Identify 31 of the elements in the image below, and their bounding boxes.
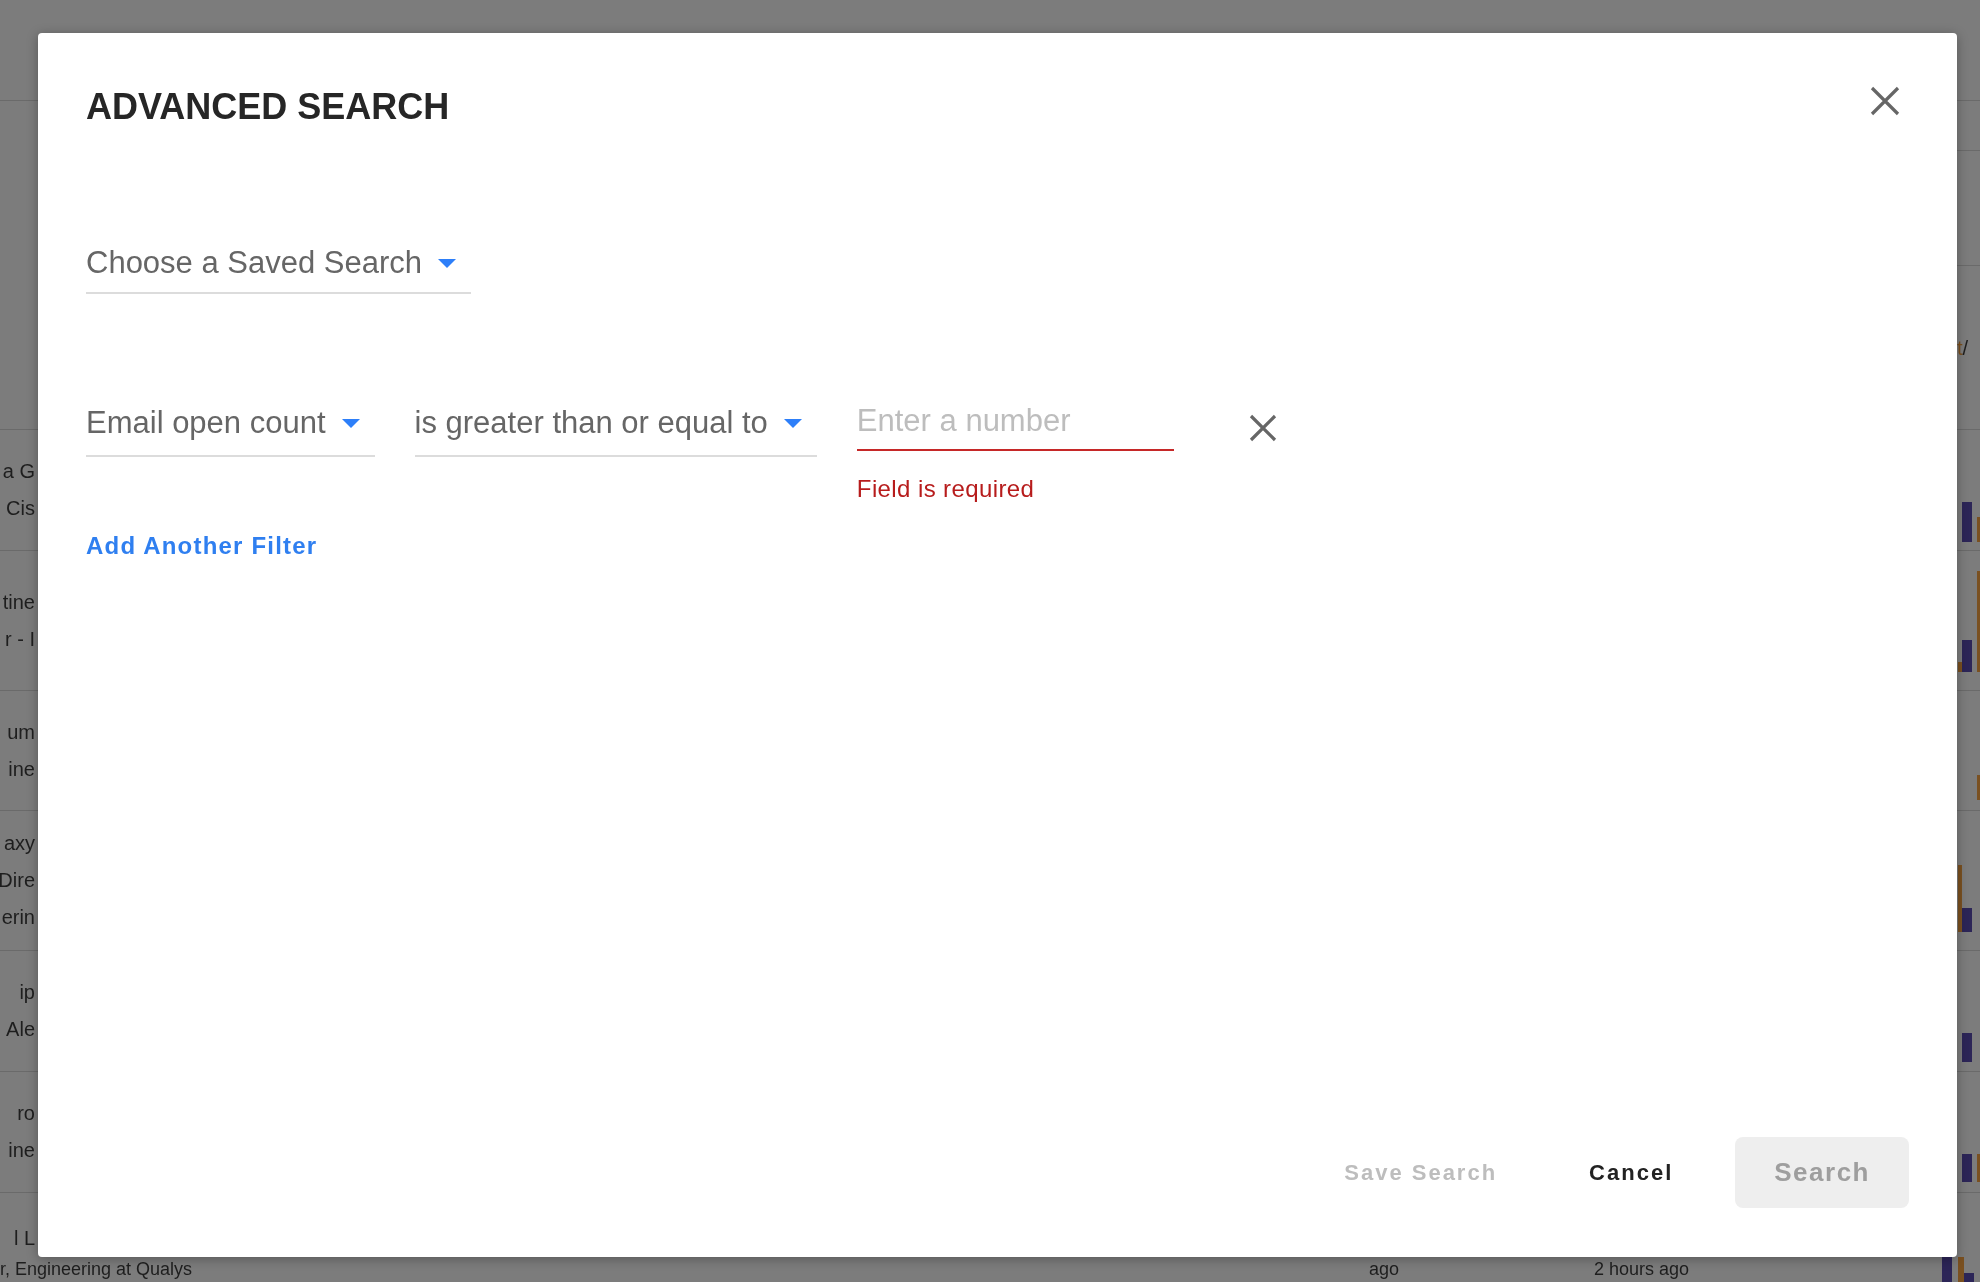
- saved-search-dropdown[interactable]: Choose a Saved Search: [86, 243, 472, 294]
- row-text-fragment: um: [7, 719, 35, 745]
- add-filter-link[interactable]: Add Another Filter: [86, 532, 318, 560]
- field-dropdown[interactable]: Email open count: [86, 403, 375, 457]
- caret-icon: [341, 418, 360, 428]
- row-text-fragment: Ale: [6, 1017, 35, 1042]
- row-text-fragment: ine: [8, 756, 35, 782]
- close-icon[interactable]: [1870, 86, 1900, 116]
- dialog-title: ADVANCED SEARCH: [86, 85, 450, 129]
- operator-dropdown[interactable]: is greater than or equal to: [414, 403, 817, 457]
- row-text-fragment: tine: [2, 589, 35, 615]
- subtitle-fragment: r, Engineering at Qualys: [0, 1258, 193, 1281]
- time-text: 2 hours ago: [1594, 1258, 1690, 1281]
- row-text-fragment: Dire: [0, 868, 35, 893]
- error-message: Field is required: [856, 475, 1035, 503]
- row-text-fragment: Cis: [6, 496, 35, 521]
- row-text-fragment: ip: [19, 980, 35, 1005]
- time-fragment: ago: [1369, 1258, 1400, 1281]
- caret-icon: [438, 258, 457, 268]
- remove-icon[interactable]: [1248, 414, 1277, 442]
- row-text-fragment: ro: [17, 1101, 35, 1126]
- row-text-fragment: l L: [13, 1226, 35, 1251]
- row-text-fragment: a G: [2, 459, 35, 484]
- cancel-button[interactable]: Cancel: [1559, 1137, 1704, 1208]
- row-text-fragment: r - I: [5, 626, 35, 652]
- row-text-fragment: axy: [3, 831, 35, 856]
- caret-icon: [783, 418, 802, 428]
- row-text-fragment: erin: [1, 905, 35, 930]
- breadcrumb-separator: /: [1962, 335, 1969, 360]
- number-field[interactable]: Enter a number: [856, 401, 1174, 451]
- row-text-fragment: ine: [8, 1138, 35, 1163]
